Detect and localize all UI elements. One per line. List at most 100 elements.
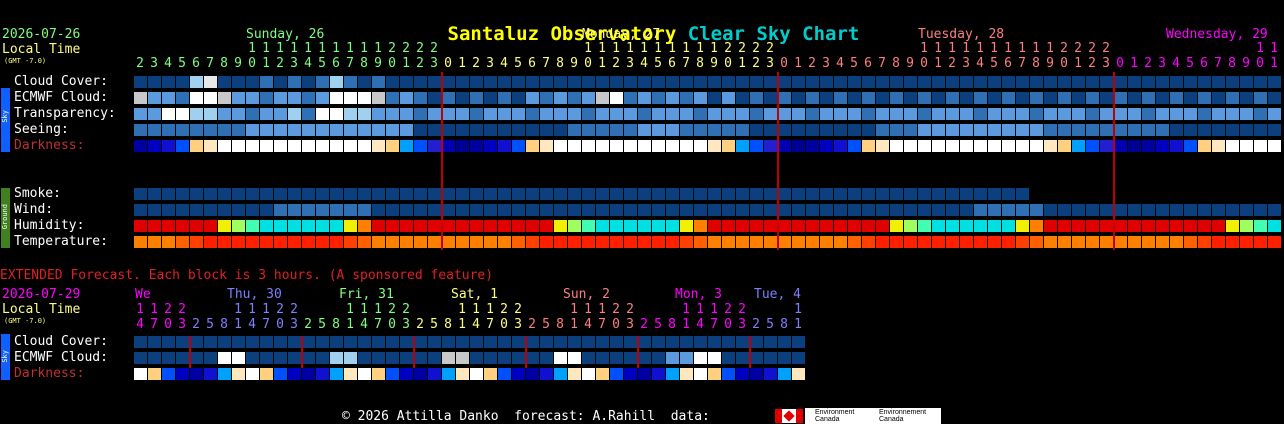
ext-hour-ones-digit: 4 (472, 317, 480, 332)
wind-block (134, 204, 147, 216)
temperature-block (498, 236, 511, 248)
cloud-cover-block (1114, 76, 1127, 88)
temperature-block (1002, 236, 1015, 248)
midnight-marker (1113, 72, 1115, 250)
ext-row-label-darkness: Darkness: (14, 366, 85, 381)
transparency-block (988, 108, 1001, 120)
wind-block (582, 204, 595, 216)
hour-ones-digit: 4 (640, 56, 648, 71)
row-label-darkness: Darkness: (14, 138, 85, 153)
temperature-block (344, 236, 357, 248)
hour-ones-digit: 1 (262, 56, 270, 71)
transparency-block (1212, 108, 1225, 120)
humidity-block (1016, 220, 1029, 232)
transparency-block (526, 108, 539, 120)
transparency-block (722, 108, 735, 120)
hour-ones-digit: 5 (178, 56, 186, 71)
transparency-block (1254, 108, 1267, 120)
transparency-block (316, 108, 329, 120)
ecmwf-cloud-block (694, 92, 707, 104)
ext-hour-tens-digit: 2 (514, 302, 522, 317)
ext-hour-ones-digit: 8 (444, 317, 452, 332)
wind-block (736, 204, 749, 216)
ext-ecmwf-cloud-block (792, 352, 805, 364)
hour-ones-digit: 7 (682, 56, 690, 71)
transparency-block (1142, 108, 1155, 120)
ecmwf-cloud-block (1016, 92, 1029, 104)
darkness-block (414, 140, 427, 152)
seeing-block (1058, 124, 1071, 136)
hour-tens-digit: 2 (752, 41, 760, 56)
humidity-block (638, 220, 651, 232)
temperature-block (540, 236, 553, 248)
ext-ecmwf-cloud-block (428, 352, 441, 364)
hour-ones-digit: 6 (1004, 56, 1012, 71)
cloud-cover-block (1100, 76, 1113, 88)
ext-darkness-block (596, 368, 609, 380)
seeing-block (820, 124, 833, 136)
cloud-cover-block (1184, 76, 1197, 88)
seeing-block (582, 124, 595, 136)
hour-ones-digit: 6 (1200, 56, 1208, 71)
transparency-block (204, 108, 217, 120)
humidity-block (302, 220, 315, 232)
temperature-block (1198, 236, 1211, 248)
hour-ones-digit: 8 (1032, 56, 1040, 71)
ext-darkness-block (442, 368, 455, 380)
darkness-block (736, 140, 749, 152)
humidity-block (554, 220, 567, 232)
smoke-block (834, 188, 847, 200)
ext-cloud-cover-block (274, 336, 287, 348)
ext-cloud-cover-block (778, 336, 791, 348)
ext-cloud-cover-block (750, 336, 763, 348)
darkness-block (274, 140, 287, 152)
temperature-block (1086, 236, 1099, 248)
temperature-block (1072, 236, 1085, 248)
wind-block (1212, 204, 1225, 216)
ext-hour-tens-digit: 1 (374, 302, 382, 317)
humidity-block (1212, 220, 1225, 232)
row-label-smoke: Smoke: (14, 186, 61, 201)
humidity-block (1268, 220, 1281, 232)
cloud-cover-block (708, 76, 721, 88)
smoke-block (820, 188, 833, 200)
ecmwf-cloud-block (1072, 92, 1085, 104)
seeing-block (316, 124, 329, 136)
ext-ecmwf-cloud-block (610, 352, 623, 364)
hour-tens-digit: 1 (584, 41, 592, 56)
humidity-block (246, 220, 259, 232)
ext-ecmwf-cloud-block (638, 352, 651, 364)
ecmwf-cloud-block (526, 92, 539, 104)
darkness-block (1170, 140, 1183, 152)
hour-tens-digit: 2 (416, 41, 424, 56)
transparency-block (582, 108, 595, 120)
smoke-block (722, 188, 735, 200)
extended-notice: EXTENDED Forecast. Each block is 3 hours… (0, 268, 494, 283)
ext-cloud-cover-block (540, 336, 553, 348)
seeing-block (1002, 124, 1015, 136)
temperature-block (330, 236, 343, 248)
seeing-block (400, 124, 413, 136)
temperature-block (736, 236, 749, 248)
temperature-block (1128, 236, 1141, 248)
hour-tens-digit: 2 (402, 41, 410, 56)
seeing-block (1114, 124, 1127, 136)
wind-block (1002, 204, 1015, 216)
wind-block (1156, 204, 1169, 216)
wind-block (1016, 204, 1029, 216)
transparency-block (974, 108, 987, 120)
humidity-block (540, 220, 553, 232)
ext-darkness-block (456, 368, 469, 380)
hour-tens-digit: 1 (1004, 41, 1012, 56)
row-label-seeing: Seeing: (14, 122, 69, 137)
wind-block (666, 204, 679, 216)
darkness-block (358, 140, 371, 152)
smoke-block (372, 188, 385, 200)
temperature-block (400, 236, 413, 248)
cloud-cover-block (1254, 76, 1267, 88)
wind-block (540, 204, 553, 216)
wind-block (1044, 204, 1057, 216)
temperature-block (386, 236, 399, 248)
ext-darkness-block (666, 368, 679, 380)
wind-block (834, 204, 847, 216)
